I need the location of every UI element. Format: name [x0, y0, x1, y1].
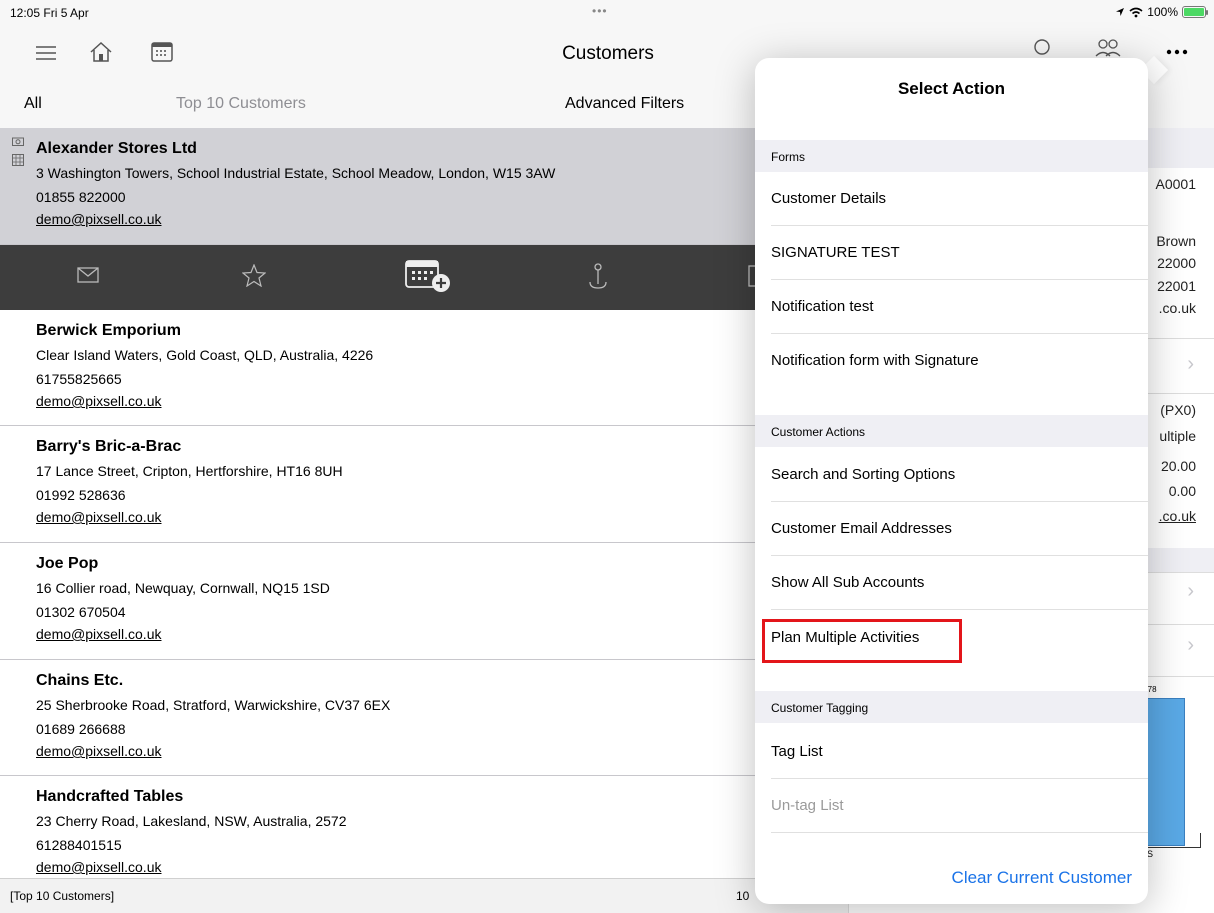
customer-name: Chains Etc. — [36, 672, 124, 689]
action-signature-test[interactable]: SIGNATURE TEST — [771, 226, 1148, 280]
chevron-right-icon[interactable]: › — [1187, 634, 1194, 657]
customer-action-strip — [0, 245, 760, 310]
menu-icon[interactable] — [36, 46, 56, 60]
customer-email[interactable]: demo@pixsell.co.uk — [36, 626, 162, 642]
detail-value-2: 0.00 — [1168, 483, 1196, 499]
customer-address: 16 Collier road, Newquay, Cornwall, NQ15… — [36, 580, 330, 596]
search-icon[interactable] — [1033, 38, 1053, 58]
clear-current-customer-button[interactable]: Clear Current Customer — [755, 868, 1148, 888]
page-title: Customers — [562, 43, 654, 64]
bottom-status-bar: [Top 10 Customers] 10 — [0, 878, 848, 913]
customer-address: 23 Cherry Road, Lakesland, NSW, Australi… — [36, 813, 347, 829]
customer-phone[interactable]: 01992 528636 — [36, 487, 126, 503]
customer-email[interactable]: demo@pixsell.co.uk — [36, 211, 162, 227]
detail-multiple: ultiple — [1159, 428, 1196, 444]
detail-email[interactable]: .co.uk — [1159, 300, 1196, 316]
contacts-icon[interactable] — [1094, 38, 1122, 58]
customer-address: Clear Island Waters, Gold Coast, QLD, Au… — [36, 347, 374, 363]
customer-name: Alexander Stores Ltd — [36, 140, 197, 157]
add-appointment-icon[interactable] — [405, 259, 451, 293]
map-pin-icon[interactable] — [588, 262, 608, 290]
multitask-dots[interactable]: ••• — [592, 4, 608, 18]
popover-title: Select Action — [897, 79, 1006, 98]
customer-phone[interactable]: 01855 822000 — [36, 189, 126, 205]
detail-email-2[interactable]: .co.uk — [1159, 508, 1196, 524]
action-untag-list: Un-tag List — [771, 779, 1148, 833]
battery-icon — [1182, 6, 1208, 18]
customer-row[interactable]: Chains Etc. 25 Sherbrooke Road, Stratfor… — [0, 660, 848, 776]
grid-icon[interactable] — [12, 154, 24, 166]
customer-row[interactable]: Berwick Emporium Clear Island Waters, Go… — [0, 310, 848, 426]
calendar-icon[interactable] — [151, 42, 173, 62]
action-notification-test[interactable]: Notification test — [771, 280, 1148, 334]
home-icon[interactable] — [89, 40, 113, 64]
status-bar: 12:05 Fri 5 Apr ••• 100% — [0, 0, 1214, 26]
detail-value-1: 20.00 — [1160, 458, 1196, 474]
customer-email[interactable]: demo@pixsell.co.uk — [36, 859, 162, 875]
battery-percent: 100% — [1147, 5, 1178, 19]
filter-top10[interactable]: Top 10 Customers — [176, 95, 306, 113]
highlight-box — [762, 619, 962, 663]
customer-phone[interactable]: 61755825665 — [36, 371, 122, 387]
detail-pricelist: (PX0) — [1160, 402, 1196, 418]
detail-contact: Brown — [1156, 233, 1196, 249]
wifi-icon — [1129, 7, 1143, 17]
camera-icon[interactable] — [12, 136, 24, 146]
customer-name: Handcrafted Tables — [36, 788, 184, 805]
chart-axis — [1141, 847, 1201, 848]
chevron-right-icon[interactable]: › — [1187, 580, 1194, 603]
mail-icon[interactable] — [77, 267, 99, 283]
action-sub-accounts[interactable]: Show All Sub Accounts — [771, 556, 1148, 610]
action-notification-signature[interactable]: Notification form with Signature — [771, 334, 1148, 388]
customer-row[interactable]: Barry's Bric-a-Brac 17 Lance Street, Cri… — [0, 426, 848, 543]
location-icon — [1116, 8, 1125, 16]
action-customer-details[interactable]: Customer Details — [771, 172, 1148, 226]
customer-row[interactable]: Joe Pop 16 Collier road, Newquay, Cornwa… — [0, 543, 848, 660]
action-tag-list[interactable]: Tag List — [771, 725, 1148, 779]
status-indicators: 100% — [1115, 5, 1208, 19]
chevron-right-icon[interactable]: › — [1187, 353, 1194, 376]
customer-phone[interactable]: 61288401515 — [36, 837, 122, 853]
chart-axis-tick — [1200, 833, 1201, 848]
filter-all[interactable]: All — [24, 95, 42, 113]
more-icon[interactable] — [1166, 49, 1188, 55]
filter-advanced[interactable]: Advanced Filters — [565, 95, 684, 113]
detail-phone[interactable]: 22000 — [1157, 255, 1196, 271]
customer-phone[interactable]: 01302 670504 — [36, 604, 126, 620]
section-header-forms: Forms — [755, 140, 1148, 172]
customer-phone[interactable]: 01689 266688 — [36, 721, 126, 737]
customer-name: Joe Pop — [36, 555, 99, 572]
customer-address: 17 Lance Street, Cripton, Hertforshire, … — [36, 463, 343, 479]
section-header-tagging: Customer Tagging — [755, 691, 1148, 723]
customer-list: Alexander Stores Ltd 3 Washington Towers… — [0, 128, 848, 878]
clock: 12:05 Fri 5 Apr — [10, 6, 89, 20]
customer-row-selected[interactable]: Alexander Stores Ltd 3 Washington Towers… — [0, 128, 848, 245]
detail-phone-2[interactable]: 22001 — [1157, 278, 1196, 294]
customer-email[interactable]: demo@pixsell.co.uk — [36, 509, 162, 525]
star-icon[interactable] — [242, 264, 266, 287]
action-email-addresses[interactable]: Customer Email Addresses — [771, 502, 1148, 556]
select-action-popover: Select Action Forms Customer Details SIG… — [755, 58, 1148, 904]
customer-email[interactable]: demo@pixsell.co.uk — [36, 743, 162, 759]
section-header-customer-actions: Customer Actions — [755, 415, 1148, 447]
customer-address: 25 Sherbrooke Road, Stratford, Warwicksh… — [36, 697, 391, 713]
detail-account: A0001 — [1155, 176, 1196, 192]
action-search-sorting[interactable]: Search and Sorting Options — [771, 448, 1148, 502]
customer-name: Barry's Bric-a-Brac — [36, 438, 182, 455]
customer-name: Berwick Emporium — [36, 322, 181, 339]
record-count: 10 — [736, 889, 750, 903]
customer-address: 3 Washington Towers, School Industrial E… — [36, 165, 556, 181]
customer-row[interactable]: Handcrafted Tables 23 Cherry Road, Lakes… — [0, 776, 848, 878]
filter-status: [Top 10 Customers] — [10, 889, 115, 903]
customer-email[interactable]: demo@pixsell.co.uk — [36, 393, 162, 409]
